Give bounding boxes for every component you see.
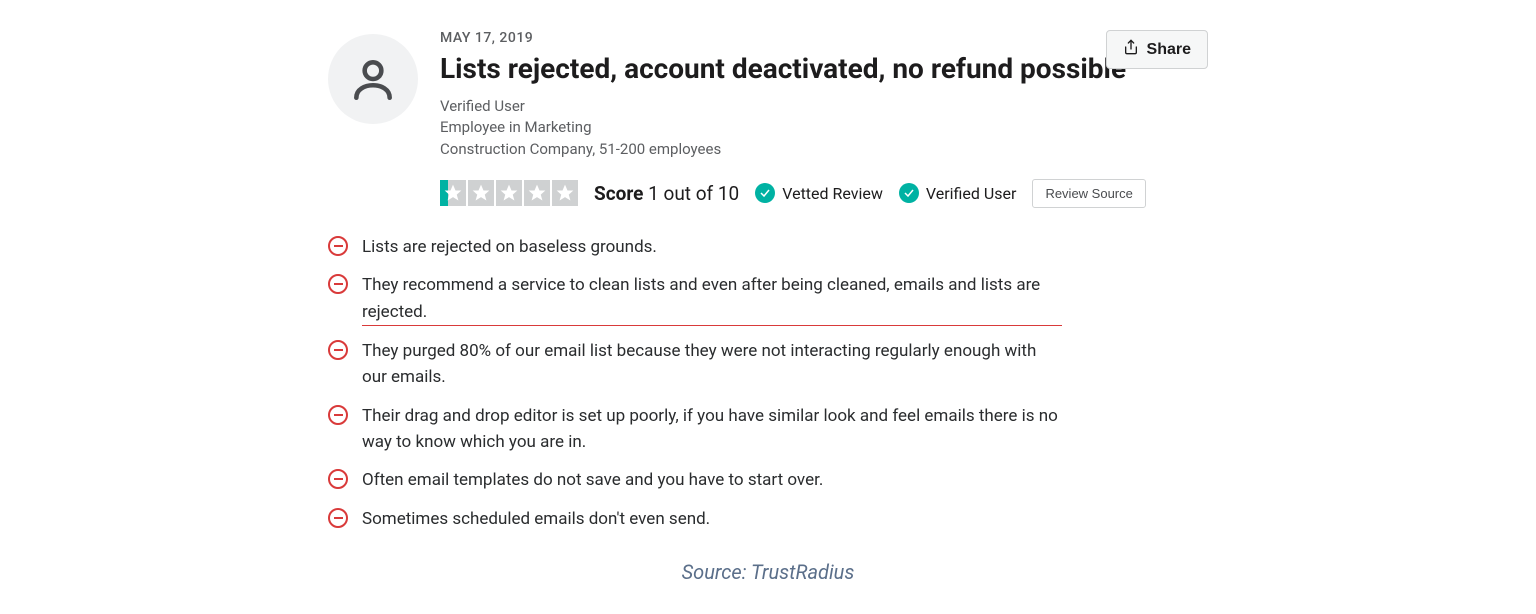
- avatar: [328, 34, 418, 124]
- share-button[interactable]: Share: [1106, 30, 1208, 69]
- review-header: MAY 17, 2019 Lists rejected, account dea…: [328, 30, 1208, 208]
- minus-icon: [328, 274, 348, 294]
- minus-icon: [328, 236, 348, 256]
- star-rating: [440, 180, 578, 206]
- source-credit: Source: TrustRadius: [328, 560, 1208, 584]
- con-item: They purged 80% of our email list becaus…: [328, 338, 1208, 391]
- star-icon: [468, 180, 494, 206]
- user-icon: [348, 54, 398, 104]
- con-text: Lists are rejected on baseless grounds.: [362, 234, 657, 260]
- minus-icon: [328, 405, 348, 425]
- con-item: They recommend a service to clean lists …: [328, 272, 1208, 326]
- check-icon: [899, 183, 919, 203]
- con-item: Their drag and drop editor is set up poo…: [328, 403, 1208, 456]
- con-text: They recommend a service to clean lists …: [362, 272, 1062, 326]
- con-text: They purged 80% of our email list becaus…: [362, 338, 1062, 391]
- star-icon: [552, 180, 578, 206]
- reviewer-role: Employee in Marketing: [440, 117, 1208, 139]
- con-text: Sometimes scheduled emails don't even se…: [362, 506, 710, 532]
- cons-list: Lists are rejected on baseless grounds. T…: [328, 234, 1208, 532]
- vetted-label: Vetted Review: [782, 184, 883, 203]
- con-item: Lists are rejected on baseless grounds.: [328, 234, 1208, 260]
- score-row: Score 1 out of 10 Vetted Review Verified…: [440, 179, 1208, 208]
- score-value: 1 out of 10: [648, 182, 739, 205]
- con-text: Their drag and drop editor is set up poo…: [362, 403, 1062, 456]
- star-icon: [440, 180, 466, 206]
- score-label: Score: [594, 182, 643, 205]
- minus-icon: [328, 340, 348, 360]
- share-label: Share: [1147, 41, 1191, 59]
- verified-user-badge: Verified User: [899, 183, 1017, 203]
- vetted-review-badge: Vetted Review: [755, 183, 883, 203]
- score-text: Score 1 out of 10: [594, 182, 739, 205]
- review-source-button[interactable]: Review Source: [1032, 179, 1145, 208]
- review-title: Lists rejected, account deactivated, no …: [440, 52, 1208, 86]
- check-icon: [755, 183, 775, 203]
- star-icon: [496, 180, 522, 206]
- reviewer-company: Construction Company, 51-200 employees: [440, 139, 1208, 161]
- con-text: Often email templates do not save and yo…: [362, 467, 823, 493]
- review-date: MAY 17, 2019: [440, 30, 1208, 46]
- share-icon: [1123, 39, 1139, 60]
- minus-icon: [328, 469, 348, 489]
- minus-icon: [328, 508, 348, 528]
- star-icon: [524, 180, 550, 206]
- verified-label: Verified User: [926, 184, 1017, 203]
- con-item: Sometimes scheduled emails don't even se…: [328, 506, 1208, 532]
- con-item: Often email templates do not save and yo…: [328, 467, 1208, 493]
- reviewer-type: Verified User: [440, 96, 1208, 118]
